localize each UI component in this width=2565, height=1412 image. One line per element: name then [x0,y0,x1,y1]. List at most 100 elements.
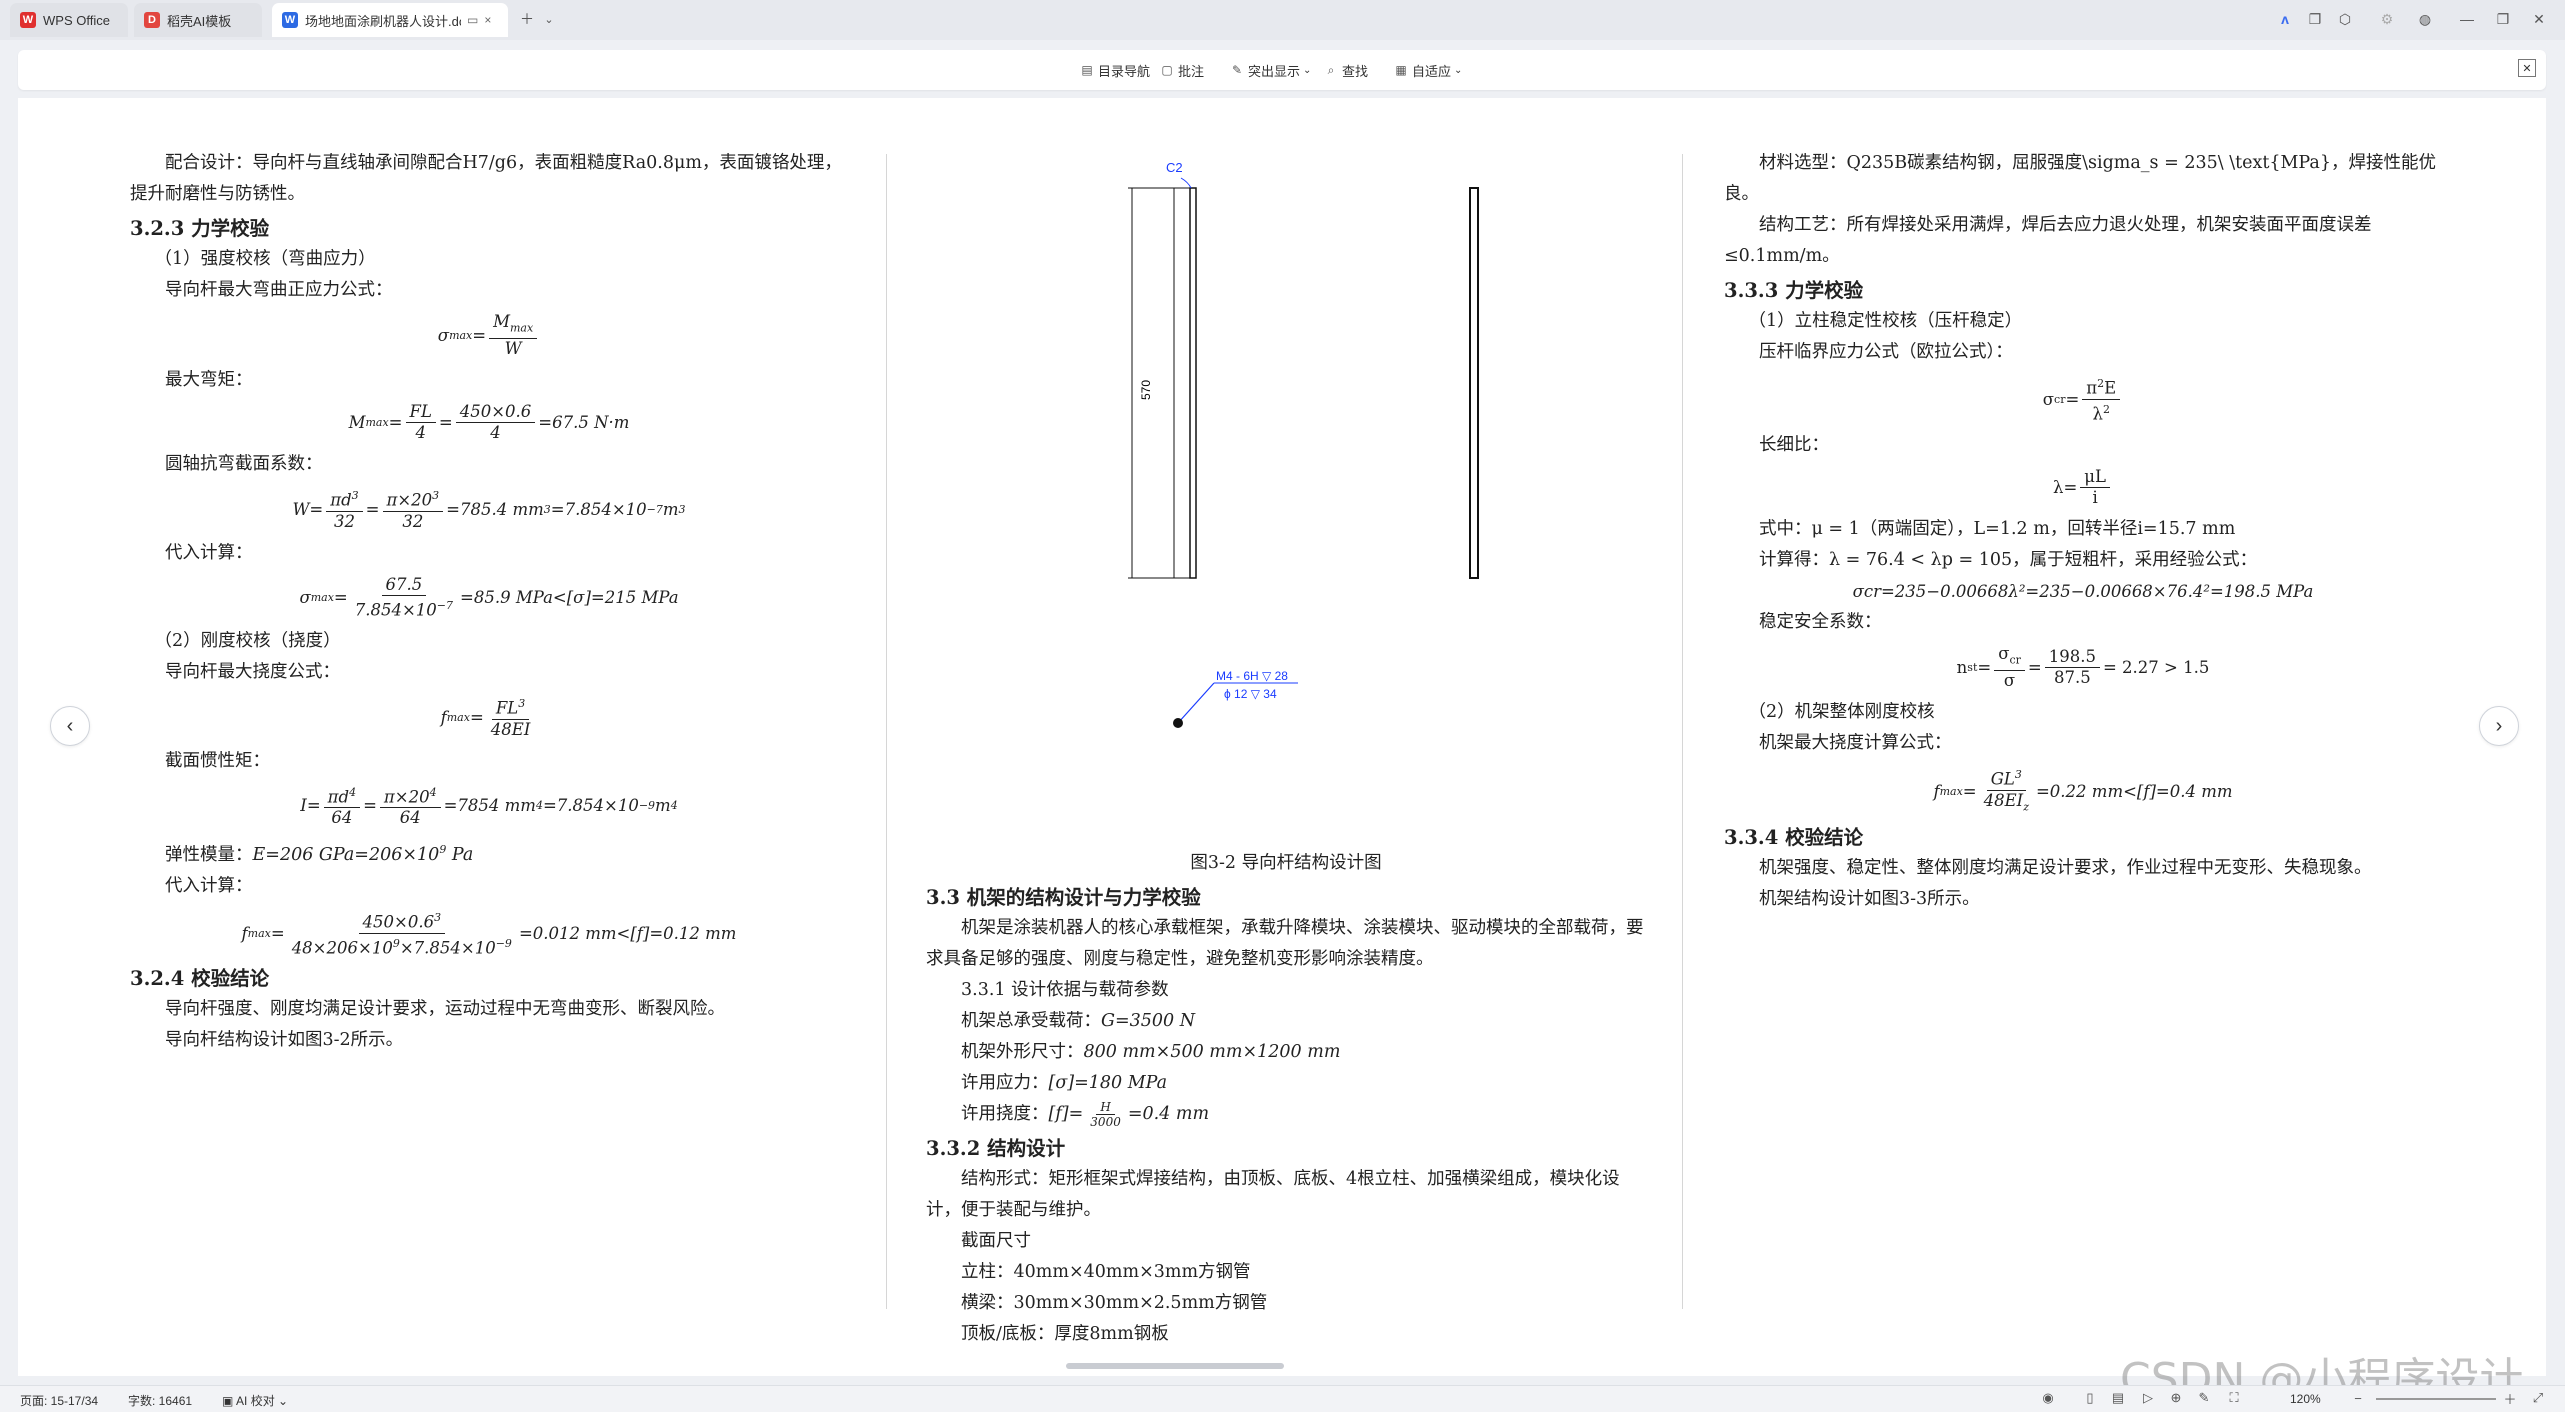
user-avatar-icon[interactable]: ◍ [2414,8,2436,30]
minimize-icon[interactable]: — [2456,8,2478,30]
docer-logo-icon: D [144,12,160,28]
text-line: 式中：μ = 1（两端固定），L=1.2 m，回转半径i=15.7 mm [1759,519,2236,539]
comment-icon: ▢ [1161,63,1173,77]
equation-fmax: f max = FL3 48EI [130,694,848,740]
ai-proofread[interactable]: ▣ AI 校对 ⌄ [222,1392,288,1409]
reading-toolbar: ▤ 目录导航 ▢ 批注 ✎ 突出显示 ⌄ ⌕ 查找 ▦ 自适应 ⌄ ✕ [18,50,2546,90]
next-page-button[interactable]: › [2479,706,2519,746]
text-line: 许用挠度： [f]= H 3000 =0.4 mm [961,1100,1210,1129]
ai-proofread-label: AI 校对 [236,1394,275,1408]
ai-assistant-icon[interactable]: ᴧ [2274,8,2296,30]
section-heading: 3.3 机架的结构设计与力学校验 [926,886,1201,909]
wps-logo-icon: W [20,12,36,28]
section-heading: 3.2.4 校验结论 [130,967,270,991]
subheading: （1）强度校核（弯曲应力） [154,249,376,269]
zoom-slider[interactable] [2376,1398,2496,1400]
hole-leader [1177,682,1215,724]
zoom-level[interactable]: 120% [2290,1392,2321,1406]
tab-label: 稻壳AI模板 [167,13,232,29]
search-icon: ⌕ [1327,62,1335,77]
fullscreen-icon[interactable]: ⛶ [2226,1390,2242,1406]
outline-icon: ▤ [1081,63,1093,77]
bore-annotation: ϕ 12 ▽ 34 [1224,687,1277,701]
nav-button[interactable]: ▤ 目录导航 [1080,60,1150,80]
list-item: 横梁：30mm×30mm×2.5mm方钢管 [961,1293,1268,1313]
column-divider [886,154,887,1309]
paragraph: 机架是涂装机器人的核心承载框架，承载升降模块、涂装模块、驱动模块的全部载荷，要求… [926,918,1644,969]
section-heading: 3.2.3 力学校验 [130,217,270,240]
text-line: 长细比： [1759,435,1829,455]
text-line: 机架外形尺寸：800 mm×500 mm×1200 mm [961,1042,1341,1062]
tab-document[interactable]: W 场地地面涂刷机器人设计.do ▭ × [272,3,508,37]
tab-docer-template[interactable]: D 稻壳AI模板 [134,3,262,37]
text-line: 机架最大挠度计算公式： [1759,733,1952,754]
chamfer-leader [1180,177,1192,189]
tab-label: 场地地面涂刷机器人设计.do [305,13,461,29]
page-indicator[interactable]: 页面: 15-17/34 [20,1392,98,1409]
settings-icon[interactable]: ⚙ [2376,8,2398,30]
tab-list-chevron-icon[interactable]: ⌄ [538,8,560,30]
outline-view-icon[interactable]: ▤ [2110,1390,2126,1406]
highlighter-icon: ✎ [1231,63,1243,77]
text-line: 最大弯矩： [165,370,253,391]
zoom-in-icon[interactable]: ＋ [2502,1390,2518,1407]
text-line: 导向杆最大弯曲正应力公式： [165,280,393,300]
equation-inertia: I = πd4 64 = π×204 64 =7854 mm 4 =7.854×10 −9 m… [130,783,848,829]
fit-window-icon[interactable]: ⤢ [2530,1390,2546,1406]
text-line: 导向杆最大挠度公式： [165,662,340,683]
paragraph: 材料选型：Q235B碳素结构钢，屈服强度\sigma_s = 235\ \tex… [1724,153,2436,204]
status-bar: 页面: 15-17/34 字数: 16461 ▣ AI 校对 ⌄ ◉ ▯ ▤ ▷… [0,1385,2565,1412]
exit-reading-icon[interactable]: ✕ [2518,59,2536,77]
new-tab-icon[interactable]: ＋ [516,8,538,30]
section-heading: 3.3.3 力学校验 [1724,279,1864,302]
tab-wps-office[interactable]: W WPS Office [10,3,128,37]
guide-rod-drawing: 570 C2 M4 - 6H ▽ 28 ϕ 12 ▽ 34 [1128,160,1479,728]
equation-frame-deflection: f max = GL3 48EIz =0.22 mm<[f]=0.4 mm [1724,765,2442,817]
cube-icon[interactable]: ⬡ [2334,8,2356,30]
chevron-left-icon: ‹ [66,714,74,737]
pen-icon[interactable]: ✎ [2196,1390,2212,1406]
tab-label: WPS Office [43,12,110,28]
highlight-button[interactable]: ✎ 突出显示 ⌄ [1230,60,1311,80]
chevron-down-icon: ⌄ [1454,64,1463,76]
text-line: 压杆临界应力公式（欧拉公式）： [1759,342,2013,362]
zoom-out-icon[interactable]: − [2350,1390,2366,1406]
comment-label: 批注 [1178,63,1205,79]
chevron-right-icon: › [2495,714,2503,737]
page-view-icon[interactable]: ▯ [2082,1390,2098,1406]
list-item: 立柱：40mm×40mm×3mm方钢管 [961,1262,1251,1282]
paragraph: 导向杆强度、刚度均满足设计要求，运动过程中无弯曲变形、断裂风险。 [165,999,725,1020]
fit-label: 自适应 [1412,63,1452,79]
subheading: （2）刚度校核（挠度） [154,631,341,652]
restore-icon[interactable]: ❐ [2492,8,2514,30]
text-line: 截面惯性矩： [165,750,270,771]
find-label: 查找 [1342,63,1369,79]
eye-protection-icon[interactable]: ◉ [2040,1390,2056,1406]
subheading: （2）机架整体刚度校核 [1748,702,1935,723]
text-line: 代入计算： [165,876,253,897]
fit-button[interactable]: ▦ 自适应 ⌄ [1394,60,1462,80]
find-button[interactable]: ⌕ 查找 [1324,60,1368,80]
section-heading: 3.3.2 结构设计 [926,1137,1066,1160]
equation-euler: σ cr = π2E λ2 [1724,374,2442,424]
paragraph: 结构工艺：所有焊接处采用满焊，焊后去应力退火处理，机架安装面平面度误差≤0.1m… [1724,215,2372,266]
play-icon[interactable]: ▷ [2140,1390,2156,1406]
window-mode-icon[interactable]: ❐ [2304,8,2326,30]
chevron-down-icon: ⌄ [1303,64,1312,76]
equation-mmax: Mmax = FL 4 = 450×0.6 4 =67.5 N·m [348,402,630,443]
horizontal-scrollbar[interactable] [1066,1363,1284,1369]
comment-button[interactable]: ▢ 批注 [1160,60,1204,80]
fit-page-icon: ▦ [1395,63,1407,77]
subheading: （1）立柱稳定性校核（压杆稳定） [1748,311,2023,331]
word-count[interactable]: 字数: 16461 [128,1392,192,1409]
tab-bar: W WPS Office D 稻壳AI模板 W 场地地面涂刷机器人设计.do ▭… [0,0,2565,40]
previous-page-button[interactable]: ‹ [50,706,90,746]
text-line: 代入计算： [165,542,253,563]
close-window-icon[interactable]: ✕ [2528,8,2550,30]
close-tab-icon[interactable]: × [484,13,491,27]
screen-icon[interactable]: ▭ [467,13,478,27]
paragraph: 机架结构设计如图3-3所示。 [1759,889,1980,910]
web-view-icon[interactable]: ⊕ [2168,1390,2184,1406]
list-item: 顶板/底板：厚度8mm钢板 [961,1324,1169,1344]
rod-side-view [1469,187,1479,579]
